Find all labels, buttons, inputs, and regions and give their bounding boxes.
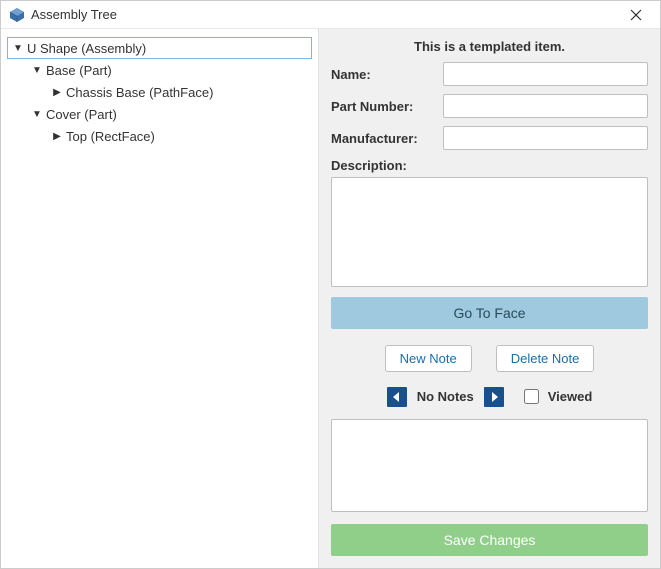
name-input[interactable] <box>443 62 648 86</box>
chevron-right-icon[interactable]: ▶ <box>51 131 63 142</box>
tree-item[interactable]: ▼Base (Part) <box>7 59 312 81</box>
tree-item[interactable]: ▶Top (RectFace) <box>7 125 312 147</box>
notes-input[interactable] <box>331 419 648 512</box>
partno-input[interactable] <box>443 94 648 118</box>
close-icon <box>630 9 642 21</box>
goto-face-row: Go To Face <box>331 297 648 329</box>
window-title: Assembly Tree <box>31 7 616 22</box>
tree-item-label: U Shape (Assembly) <box>27 41 146 56</box>
manufacturer-row: Manufacturer: <box>331 126 648 150</box>
tree-item[interactable]: ▶Chassis Base (PathFace) <box>7 81 312 103</box>
name-label: Name: <box>331 67 443 82</box>
details-pane: This is a templated item. Name: Part Num… <box>319 29 660 568</box>
prev-note-button[interactable] <box>387 387 407 407</box>
close-button[interactable] <box>616 2 656 28</box>
manufacturer-input[interactable] <box>443 126 648 150</box>
chevron-right-icon[interactable]: ▶ <box>51 87 63 98</box>
notes-status: No Notes <box>417 389 474 404</box>
manufacturer-label: Manufacturer: <box>331 131 443 146</box>
viewed-label: Viewed <box>548 389 593 404</box>
goto-face-button[interactable]: Go To Face <box>331 297 648 329</box>
viewed-field[interactable]: Viewed <box>520 386 593 407</box>
note-nav: No Notes Viewed <box>331 386 648 407</box>
assembly-tree: ▼U Shape (Assembly)▼Base (Part)▶Chassis … <box>1 29 319 568</box>
partno-label: Part Number: <box>331 99 443 114</box>
tree-item[interactable]: ▼Cover (Part) <box>7 103 312 125</box>
chevron-down-icon[interactable]: ▼ <box>12 43 24 54</box>
tree-item-label: Top (RectFace) <box>66 129 155 144</box>
titlebar: Assembly Tree <box>1 1 660 29</box>
description-label: Description: <box>331 158 648 173</box>
note-buttons: New Note Delete Note <box>331 345 648 372</box>
save-changes-button[interactable]: Save Changes <box>331 524 648 556</box>
content: ▼U Shape (Assembly)▼Base (Part)▶Chassis … <box>1 29 660 568</box>
description-input[interactable] <box>331 177 648 287</box>
viewed-checkbox[interactable] <box>524 389 539 404</box>
next-note-button[interactable] <box>484 387 504 407</box>
name-row: Name: <box>331 62 648 86</box>
app-icon <box>9 7 25 23</box>
new-note-button[interactable]: New Note <box>385 345 472 372</box>
chevron-left-icon <box>392 392 402 402</box>
chevron-down-icon[interactable]: ▼ <box>31 109 43 120</box>
tree-item[interactable]: ▼U Shape (Assembly) <box>7 37 312 59</box>
partno-row: Part Number: <box>331 94 648 118</box>
delete-note-button[interactable]: Delete Note <box>496 345 595 372</box>
tree-item-label: Cover (Part) <box>46 107 117 122</box>
tree-item-label: Chassis Base (PathFace) <box>66 85 213 100</box>
templated-message: This is a templated item. <box>331 39 648 62</box>
chevron-right-icon <box>489 392 499 402</box>
tree-item-label: Base (Part) <box>46 63 112 78</box>
chevron-down-icon[interactable]: ▼ <box>31 65 43 76</box>
